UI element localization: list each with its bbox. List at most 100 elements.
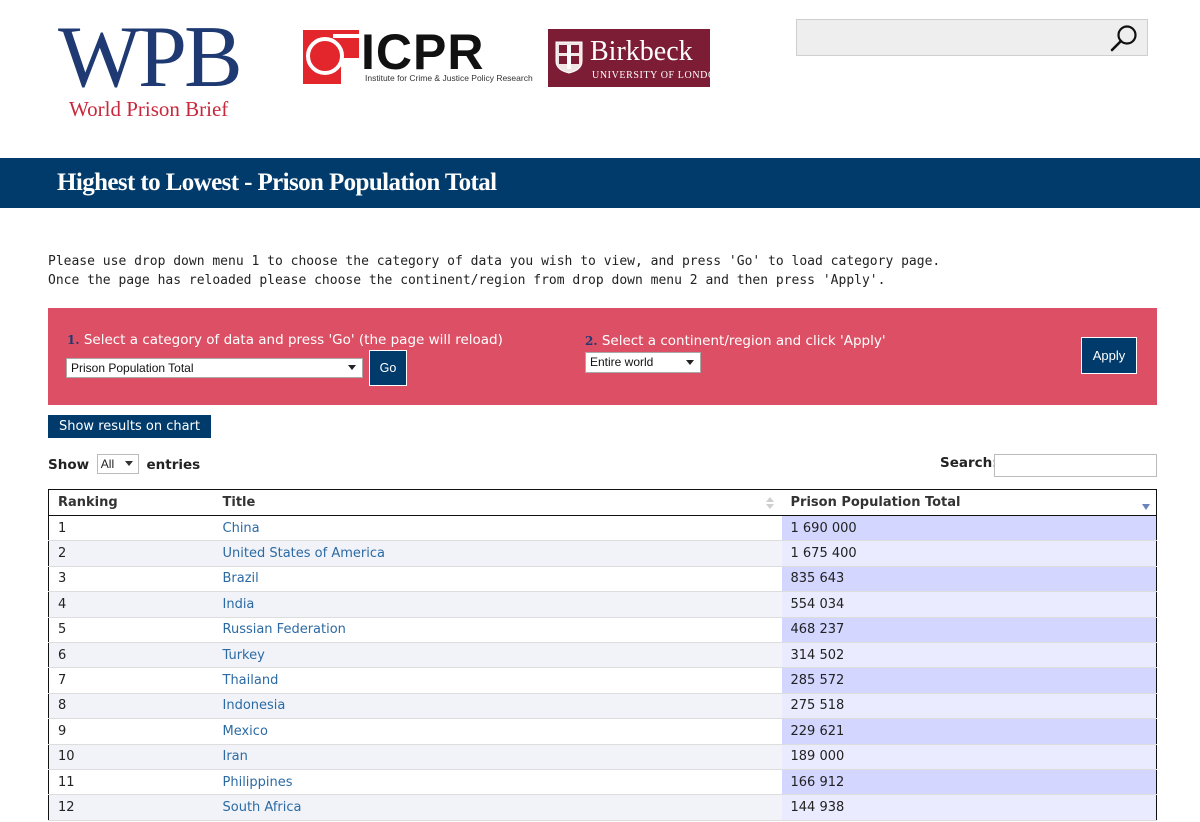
icpr-logo-subtitle: Institute for Crime & Justice Policy Res…: [365, 73, 533, 83]
search-icon[interactable]: [1109, 23, 1139, 53]
ranking-cell: 9: [48, 718, 214, 745]
title-cell: Mexico: [213, 718, 782, 745]
sort-both-icon: [765, 497, 774, 509]
country-link[interactable]: Mexico: [223, 724, 268, 739]
apply-button[interactable]: Apply: [1081, 337, 1137, 374]
title-band: Highest to Lowest - Prison Population To…: [0, 158, 1200, 208]
step-1-number: 1.: [67, 333, 80, 347]
ranking-cell: 3: [48, 566, 214, 593]
ranking-table: Ranking Title Prison Population Total 1C…: [48, 489, 1157, 821]
step-2-label: 2. Select a continent/region and click '…: [585, 333, 886, 349]
country-link[interactable]: Turkey: [223, 648, 265, 663]
table-row: 8 Indonesia 275 518: [48, 693, 1157, 720]
table-row: 11 Philippines 166 912: [48, 769, 1157, 796]
column-header-ranking[interactable]: Ranking: [48, 489, 214, 516]
table-row: 2 United States of America 1 675 400: [48, 540, 1157, 567]
country-link[interactable]: Iran: [223, 749, 248, 764]
ranking-cell: 6: [48, 642, 214, 669]
entries-length-select[interactable]: All: [96, 454, 139, 474]
prison-population-cell: 468 237: [781, 617, 1157, 643]
column-header-title[interactable]: Title: [213, 489, 782, 516]
prison-population-cell: 554 034: [781, 591, 1157, 618]
title-cell: Iran: [213, 744, 782, 770]
birkbeck-crest-icon: [555, 41, 583, 74]
table-row: 3 Brazil 835 643: [48, 566, 1157, 593]
show-label: Show: [48, 457, 90, 473]
icpr-logo-letters: ICPR: [361, 24, 485, 80]
go-button[interactable]: Go: [369, 350, 407, 386]
step-2-text: Select a continent/region and click 'App…: [601, 333, 886, 349]
region-select-value: Entire world: [590, 355, 654, 369]
filter-panel: 1. Select a category of data and press '…: [48, 308, 1157, 405]
country-link[interactable]: India: [223, 597, 255, 612]
table-row: 12 South Africa 144 938: [48, 794, 1157, 821]
step-2-number: 2.: [585, 334, 598, 348]
title-cell: South Africa: [213, 794, 782, 821]
icpr-mark-icon: [303, 30, 359, 84]
table-row: 6 Turkey 314 502: [48, 642, 1157, 669]
column-header-prison-population[interactable]: Prison Population Total: [781, 489, 1157, 516]
ranking-cell: 1: [48, 515, 214, 542]
country-link[interactable]: South Africa: [223, 800, 302, 815]
title-cell: China: [213, 515, 782, 542]
ranking-cell: 5: [48, 617, 214, 643]
chevron-down-icon: [686, 360, 694, 365]
ranking-cell: 12: [48, 794, 214, 821]
title-cell: United States of America: [213, 540, 782, 567]
prison-population-cell: 275 518: [781, 693, 1157, 720]
ranking-cell: 8: [48, 693, 214, 720]
birkbeck-logo-name: Birkbeck: [590, 36, 693, 67]
title-cell: Philippines: [213, 769, 782, 796]
table-row: 1 China 1 690 000: [48, 515, 1157, 542]
intro-text: Please use drop down menu 1 to choose th…: [48, 253, 940, 290]
title-cell: Russian Federation: [213, 617, 782, 643]
birkbeck-logo-subtitle: UNIVERSITY OF LONDON: [592, 70, 724, 81]
country-link[interactable]: Brazil: [223, 571, 259, 586]
prison-population-cell: 314 502: [781, 642, 1157, 669]
category-select-value: Prison Population Total: [71, 361, 194, 375]
table-row: 5 Russian Federation 468 237: [48, 617, 1157, 643]
ranking-cell: 2: [48, 540, 214, 567]
column-header-ranking-label: Ranking: [58, 495, 118, 510]
ranking-cell: 10: [48, 744, 214, 770]
entries-length-value: All: [100, 457, 115, 471]
wpb-logo[interactable]: WPB World Prison Brief: [56, 14, 256, 124]
prison-population-cell: 229 621: [781, 718, 1157, 745]
country-link[interactable]: China: [223, 521, 260, 536]
page-title: Highest to Lowest - Prison Population To…: [57, 169, 497, 196]
prison-population-cell: 144 938: [781, 794, 1157, 821]
title-cell: Indonesia: [213, 693, 782, 720]
table-row: 9 Mexico 229 621: [48, 718, 1157, 745]
country-link[interactable]: Indonesia: [223, 698, 286, 713]
table-row: 4 India 554 034: [48, 591, 1157, 618]
country-link[interactable]: Thailand: [223, 673, 279, 688]
entries-label: entries: [146, 457, 201, 473]
country-link[interactable]: Russian Federation: [223, 622, 346, 637]
step-1-text: Select a category of data and press 'Go'…: [83, 332, 503, 348]
show-chart-button[interactable]: Show results on chart: [48, 415, 211, 438]
table-body: 1 China 1 690 000 2 United States of America…: [48, 515, 1157, 821]
prison-population-cell: 166 912: [781, 769, 1157, 796]
country-link[interactable]: United States of America: [223, 546, 385, 561]
table-search-control: Search:: [940, 454, 1157, 477]
column-header-title-label: Title: [222, 495, 256, 510]
step-1-label: 1. Select a category of data and press '…: [67, 332, 503, 348]
table-row: 7 Thailand 285 572: [48, 667, 1157, 694]
table-search-label: Search:: [940, 455, 998, 471]
birkbeck-logo[interactable]: Birkbeck UNIVERSITY OF LONDON: [548, 29, 723, 87]
category-select[interactable]: Prison Population Total: [66, 358, 363, 378]
country-link[interactable]: Philippines: [223, 775, 293, 790]
region-select[interactable]: Entire world: [585, 352, 701, 373]
sort-descending-icon: [1142, 504, 1150, 510]
intro-line-2: Once the page has reloaded please choose…: [48, 272, 886, 288]
title-cell: Thailand: [213, 667, 782, 694]
intro-line-1: Please use drop down menu 1 to choose th…: [48, 254, 941, 269]
chevron-down-icon: [124, 461, 133, 466]
prison-population-cell: 189 000: [781, 744, 1157, 770]
table-header-row: Ranking Title Prison Population Total: [48, 489, 1157, 516]
chevron-down-icon: [348, 365, 356, 370]
table-search-input[interactable]: [994, 454, 1157, 477]
site-search-input[interactable]: [797, 20, 1107, 55]
icpr-logo[interactable]: ICPR Institute for Crime & Justice Polic…: [303, 26, 533, 86]
prison-population-cell: 285 572: [781, 667, 1157, 694]
